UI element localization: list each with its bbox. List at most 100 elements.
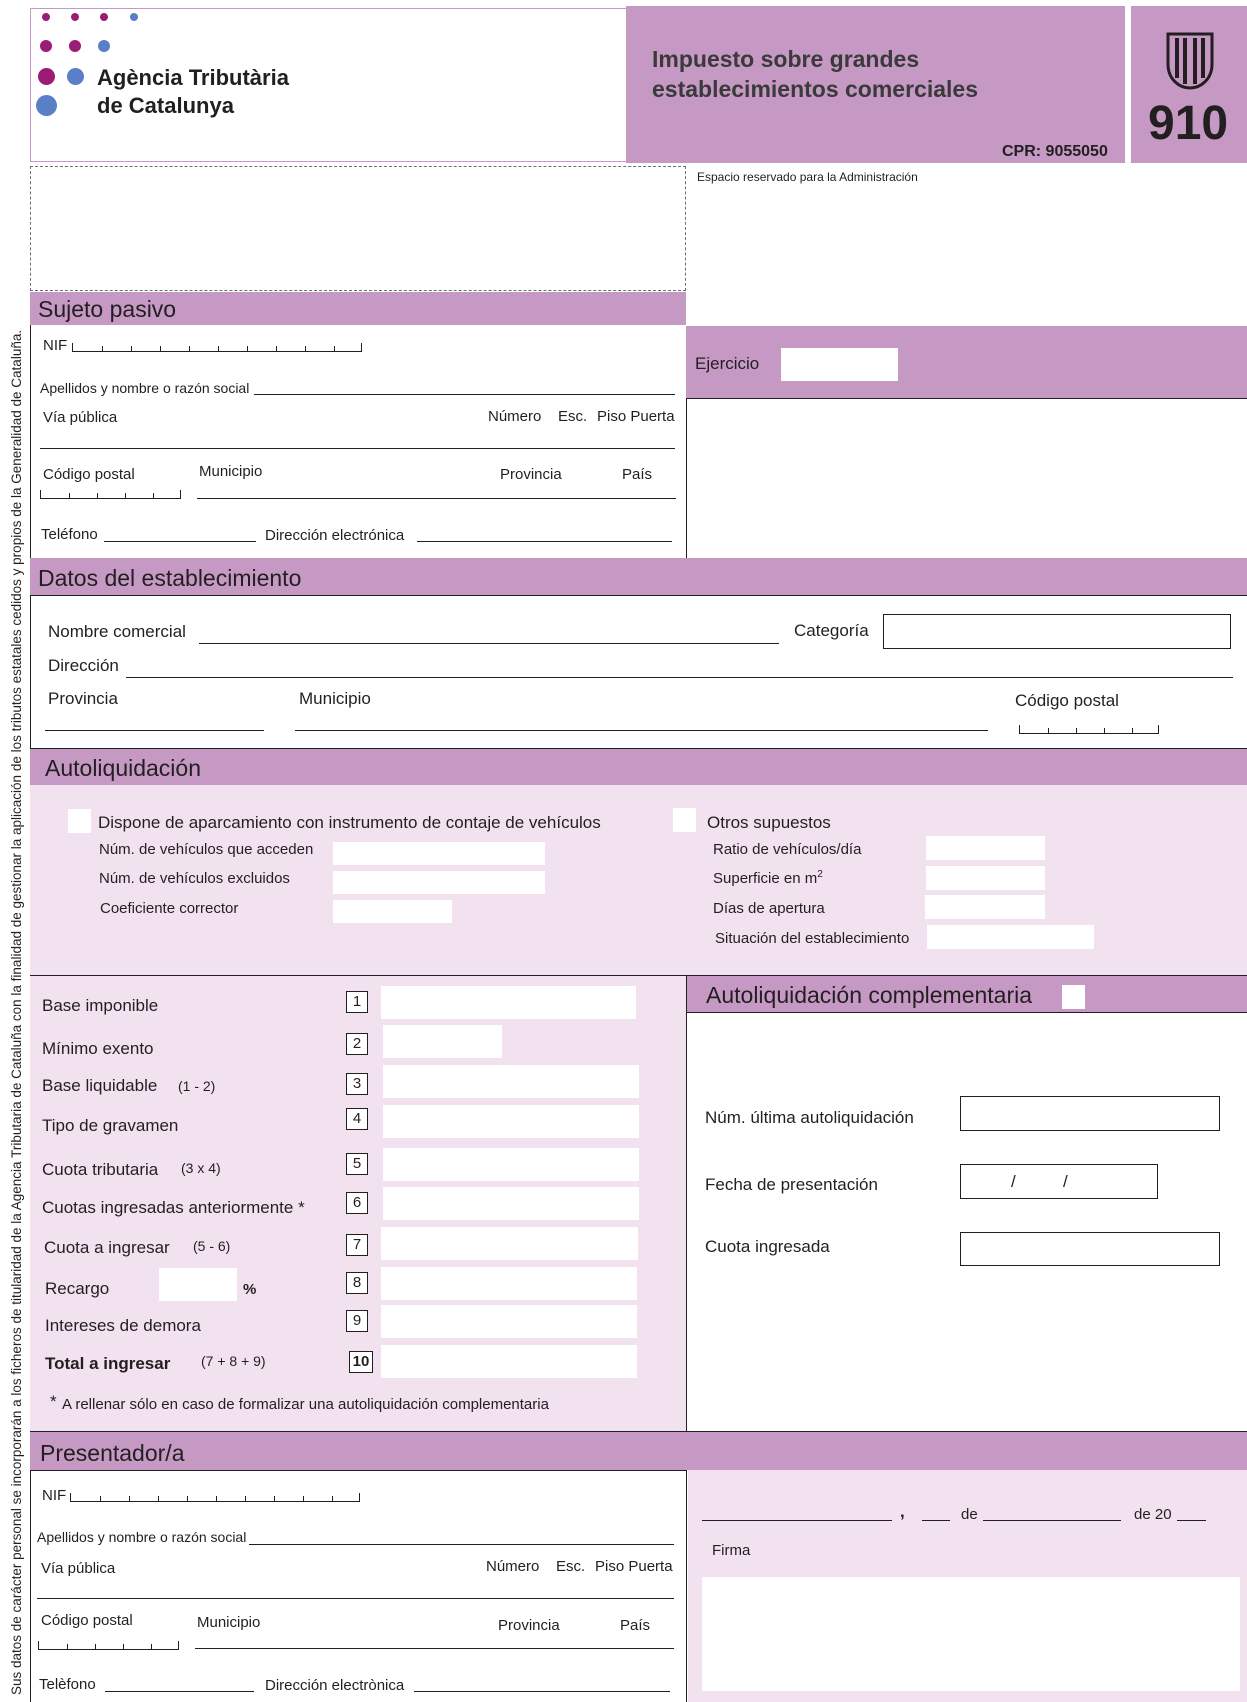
cuota-ingresar-input[interactable] [381, 1227, 638, 1260]
ratio-input[interactable] [926, 836, 1045, 860]
presentador-esc-label: Esc. [556, 1558, 586, 1575]
coeficiente-label: Coeficiente corrector [100, 900, 239, 917]
recargo-input[interactable] [381, 1267, 637, 1300]
establecimiento-cp-label: Código postal [1015, 691, 1119, 710]
sujeto-email-field[interactable] [417, 541, 672, 542]
tax-title-line2: establecimientos comerciales [652, 76, 978, 102]
presentador-nif-field[interactable] [70, 1493, 360, 1502]
dias-input[interactable] [925, 895, 1045, 919]
presentador-telefono-field[interactable] [105, 1691, 254, 1692]
establecimiento-direccion-field[interactable] [126, 677, 1233, 678]
tipo-gravamen-input[interactable] [383, 1105, 639, 1138]
presentador-provincia-label: Provincia [498, 1617, 560, 1634]
calc-row-formula: (7 + 8 + 9) [201, 1353, 266, 1369]
ejercicio-band [686, 326, 1247, 398]
establecimiento-top-rule [30, 595, 1247, 596]
opt-otros-checkbox[interactable] [673, 808, 696, 832]
presentador-telefono-label: Telèfono [39, 1676, 96, 1693]
presentador-apellidos-field[interactable] [249, 1544, 674, 1545]
sujeto-numero-label: Número [488, 408, 542, 425]
calc-row-label: Base liquidable [42, 1076, 158, 1095]
sujeto-cp-field[interactable] [40, 490, 181, 499]
firma-month-field[interactable] [983, 1520, 1121, 1521]
sujeto-email-label: Dirección electrónica [265, 527, 405, 544]
logo-dot [40, 40, 52, 52]
sujeto-piso-label: Piso Puerta [597, 408, 675, 425]
logo-dot [38, 68, 55, 85]
cuota-ingresada-label: Cuota ingresada [705, 1237, 830, 1256]
sujeto-cp-label: Código postal [43, 466, 135, 483]
presentador-email-field[interactable] [414, 1691, 670, 1692]
recargo-percent-input[interactable] [159, 1268, 237, 1301]
establecimiento-municipio-field[interactable] [295, 730, 988, 731]
middle-divider-top [686, 398, 687, 558]
firma-year-field[interactable] [1177, 1520, 1206, 1521]
fecha-input[interactable]: / / [960, 1164, 1158, 1199]
sujeto-via-field[interactable] [40, 448, 675, 449]
sujeto-title: Sujeto pasivo [38, 296, 177, 322]
establecimiento-cp-field[interactable] [1019, 725, 1159, 734]
sujeto-provincia-label: Provincia [500, 466, 562, 483]
opt-otros-label: Otros supuestos [707, 813, 831, 832]
sujeto-pais-label: País [622, 466, 653, 483]
sujeto-nif-field[interactable] [72, 343, 362, 352]
fecha-label: Fecha de presentación [705, 1175, 878, 1194]
establecimiento-municipio-label: Municipio [299, 689, 371, 708]
situacion-input[interactable] [927, 925, 1094, 949]
sujeto-apellidos-field[interactable] [254, 394, 675, 395]
logo-dot [42, 13, 50, 21]
presentador-municipio-label: Municipio [197, 1614, 261, 1631]
sujeto-municipio-field[interactable] [197, 498, 676, 499]
establecimiento-nombre-field[interactable] [199, 643, 779, 644]
calc-box-number: 10 [349, 1351, 373, 1373]
ejercicio-input[interactable] [781, 348, 898, 381]
recargo-percent-sign: % [243, 1281, 257, 1298]
opt-aparcamiento-checkbox[interactable] [68, 809, 91, 833]
footnote-star: * [50, 1392, 57, 1411]
calc-box-number: 9 [346, 1310, 368, 1332]
privacy-side-note: Sus datos de carácter personal se incorp… [9, 329, 24, 1695]
establecimiento-direccion-label: Dirección [48, 656, 119, 675]
base-imponible-input[interactable] [381, 986, 636, 1019]
acceden-input[interactable] [333, 842, 545, 865]
tax-title-line1: Impuesto sobre grandes [652, 46, 920, 72]
calc-row-label: Total a ingresar [45, 1354, 171, 1373]
calc-box-number: 2 [346, 1033, 368, 1055]
establecimiento-provincia-field[interactable] [45, 730, 264, 731]
minimo-exento-input[interactable] [383, 1025, 502, 1058]
cuotas-anteriores-input[interactable] [383, 1187, 639, 1220]
firma-day-field[interactable] [922, 1520, 950, 1521]
sujeto-telefono-field[interactable] [104, 541, 256, 542]
calc-row-label: Base imponible [42, 996, 159, 1015]
ultima-input[interactable] [960, 1096, 1220, 1131]
establecimiento-title: Datos del establecimiento [38, 565, 302, 591]
calc-box-number: 6 [346, 1192, 368, 1214]
generalitat-emblem-icon [1166, 32, 1214, 90]
presentador-title: Presentador/a [40, 1440, 185, 1466]
firma-place-field[interactable] [702, 1520, 892, 1521]
total-ingresar-input[interactable] [381, 1345, 637, 1378]
presentador-via-field[interactable] [37, 1598, 674, 1599]
excluidos-input[interactable] [333, 871, 545, 894]
establecimiento-nombre-label: Nombre comercial [48, 622, 186, 641]
cuota-ingresada-input[interactable] [960, 1232, 1220, 1266]
base-liquidable-input[interactable] [383, 1065, 639, 1098]
presentador-piso-label: Piso Puerta [595, 1558, 673, 1575]
establecimiento-categoria-input[interactable] [883, 614, 1231, 649]
presentador-municipio-field[interactable] [195, 1648, 674, 1649]
calc-row-label: Cuota a ingresar [44, 1238, 170, 1257]
calc-box-number: 8 [346, 1272, 368, 1294]
calc-row-label: Intereses de demora [45, 1316, 201, 1335]
intereses-input[interactable] [381, 1305, 637, 1338]
complementaria-checkbox[interactable] [1062, 985, 1085, 1009]
presentador-cp-field[interactable] [38, 1641, 179, 1650]
sujeto-telefono-label: Teléfono [41, 526, 98, 543]
coeficiente-input[interactable] [333, 900, 452, 923]
acceden-label: Núm. de vehículos que acceden [99, 841, 314, 858]
firma-label: Firma [712, 1542, 751, 1559]
firma-signature-area[interactable] [702, 1577, 1240, 1691]
cuota-tributaria-input[interactable] [383, 1148, 639, 1181]
presentador-cp-label: Código postal [41, 1612, 133, 1629]
superficie-input[interactable] [926, 866, 1045, 890]
logo-dot [100, 13, 108, 21]
